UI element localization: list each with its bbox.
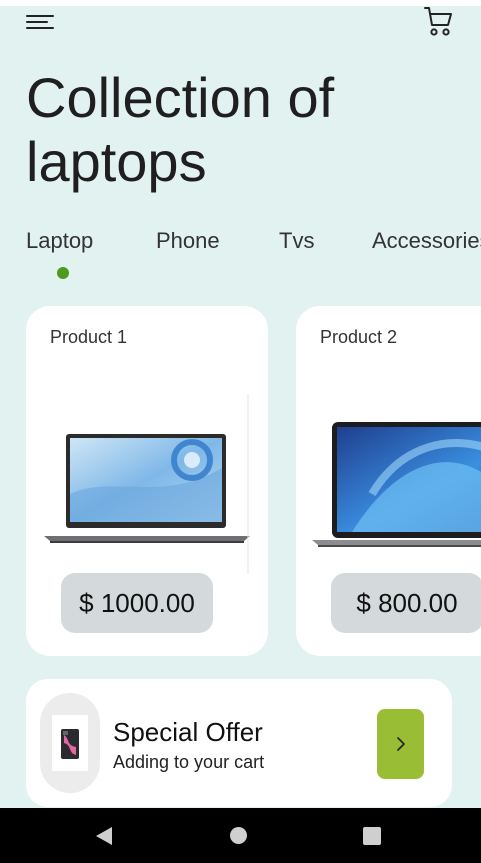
page-title: Collection of laptops [26, 66, 335, 193]
price-tag: $ 1000.00 [61, 573, 213, 633]
system-navigation-bar [0, 808, 481, 863]
offer-go-button[interactable] [377, 709, 424, 779]
tab-phone[interactable]: Phone [156, 228, 220, 254]
product-label: Product 1 [50, 327, 128, 347]
home-icon[interactable] [230, 827, 247, 844]
selected-tab-indicator [57, 267, 69, 279]
laptop-image [42, 394, 252, 584]
special-offer-banner[interactable]: Special Offer Adding to your cart [26, 679, 452, 807]
recent-apps-icon[interactable] [363, 827, 381, 845]
laptop-image [312, 394, 481, 574]
category-tabs: Laptop Phone Tvs Accessories [26, 228, 481, 288]
tab-tvs[interactable]: Tvs [279, 228, 314, 254]
tab-laptop[interactable]: Laptop [26, 228, 93, 254]
shopping-cart-icon[interactable] [420, 6, 456, 38]
offer-title: Special Offer [113, 717, 263, 747]
offer-subtitle: Adding to your cart [113, 752, 265, 772]
app-screen: Collection of laptops Laptop Phone Tvs A… [0, 6, 481, 808]
product-label: Product 2 [320, 327, 398, 347]
chevron-right-icon [396, 737, 405, 751]
back-icon[interactable] [94, 826, 114, 846]
product-card-2[interactable]: Product 2 $ 800.00 [296, 306, 481, 656]
offer-thumbnail [40, 693, 100, 793]
price-tag: $ 800.00 [331, 573, 481, 633]
product-card-1[interactable]: Product 1 $ 1000.00 [26, 306, 268, 656]
phone-case-icon [61, 729, 79, 759]
tab-accessories[interactable]: Accessories [372, 228, 481, 254]
hamburger-menu-icon[interactable] [24, 10, 58, 32]
